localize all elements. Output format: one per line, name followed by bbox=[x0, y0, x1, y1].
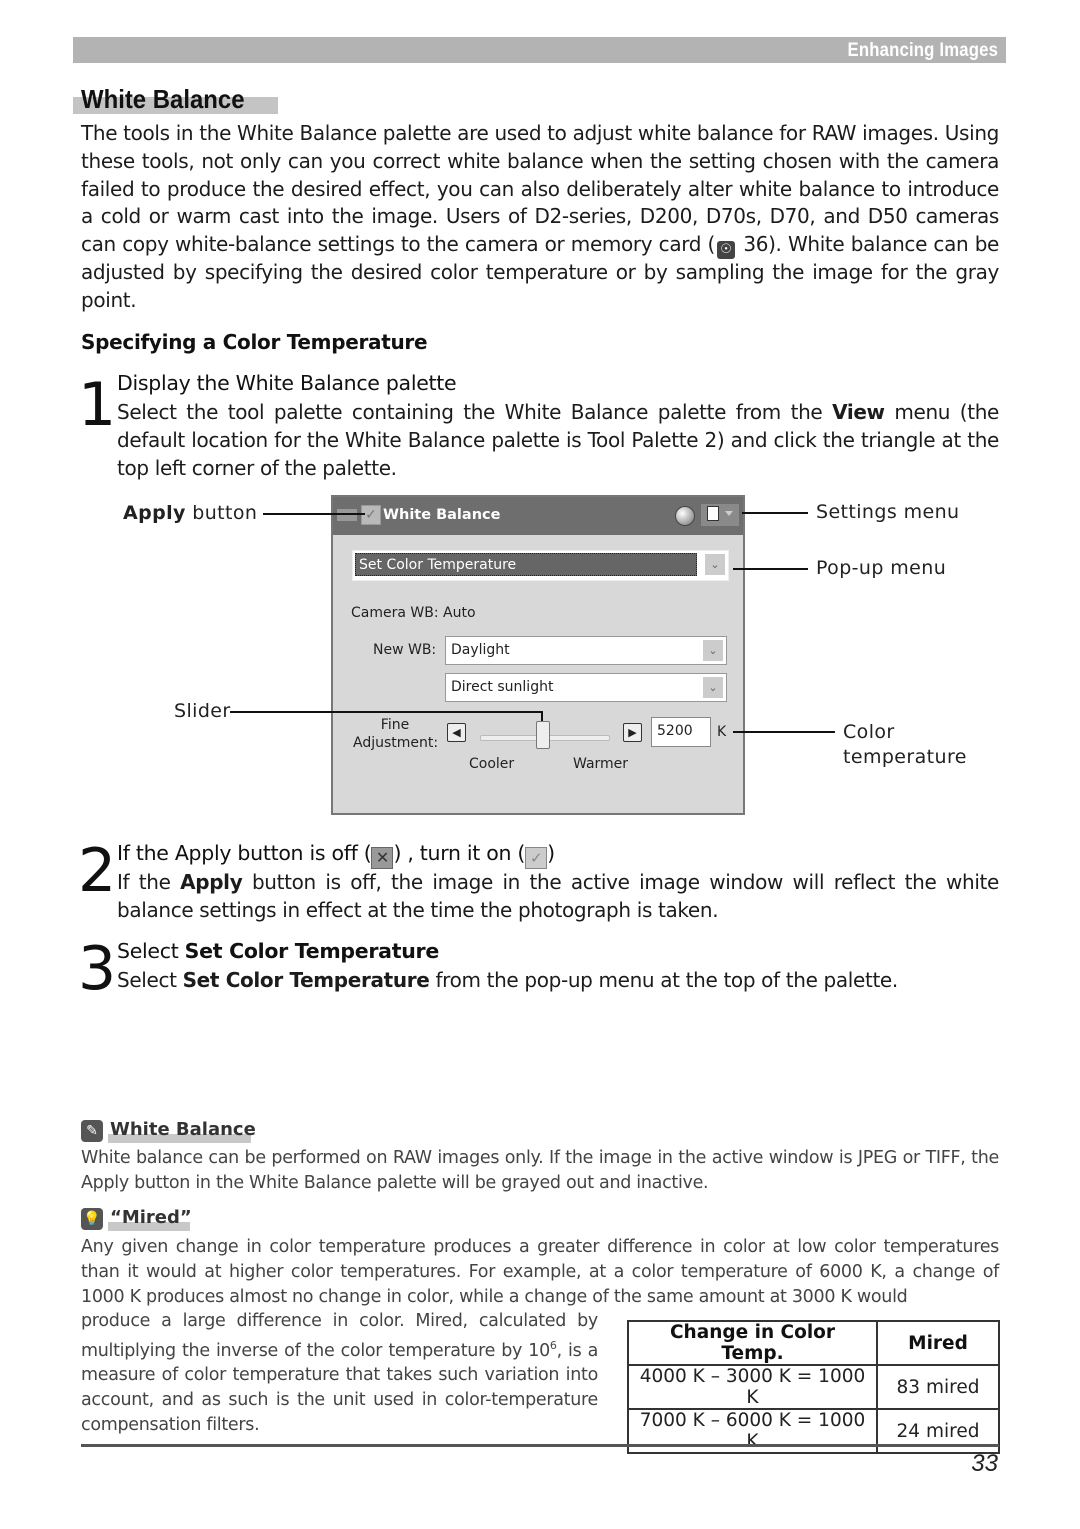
table-cell: 4000 K – 3000 K = 1000 K bbox=[627, 1364, 878, 1410]
white-balance-palette: ✓ White Balance Set Color Temperature ⌄ … bbox=[331, 495, 745, 815]
palette-title: White Balance bbox=[383, 507, 501, 523]
light-type-select[interactable]: Direct sunlight ⌄ bbox=[445, 673, 727, 702]
reference-page: 36 bbox=[736, 232, 769, 257]
view-menu-ref: View bbox=[832, 400, 885, 424]
footer-rule bbox=[81, 1444, 999, 1447]
chevron-down-icon: ⌄ bbox=[703, 640, 723, 661]
settings-menu-callout: Settings menu bbox=[816, 501, 960, 523]
popup-leader-line bbox=[733, 568, 808, 570]
step-2-title-mid: ) , turn it on ( bbox=[393, 841, 526, 865]
slider-leader-line bbox=[230, 711, 543, 713]
apply-off-icon: ✕ bbox=[371, 847, 394, 869]
step-2-title-end: ) bbox=[547, 841, 555, 865]
increase-arrow-button[interactable]: ▶ bbox=[623, 723, 642, 742]
step-3-body: Select Set Color Temperature from the po… bbox=[117, 966, 999, 994]
step-1-body-text: Select the tool palette containing the W… bbox=[117, 400, 833, 424]
step-2-title: If the Apply button is off (✕) , turn it… bbox=[117, 841, 555, 869]
apply-callout-bold: Apply bbox=[123, 502, 186, 524]
apply-callout-text: button bbox=[185, 502, 258, 524]
page-number: 33 bbox=[971, 1450, 998, 1477]
step-1-body: Select the tool palette containing the W… bbox=[117, 398, 999, 482]
fine-adjustment-label: Fine Adjustment: bbox=[353, 716, 439, 752]
apply-leader-line bbox=[263, 513, 365, 515]
note-title-white-balance: White Balance bbox=[110, 1119, 256, 1140]
page-title: White Balance bbox=[81, 84, 245, 114]
mired-table: Change in Color Temp. Mired 4000 K – 300… bbox=[627, 1320, 1000, 1454]
new-wb-select[interactable]: Daylight ⌄ bbox=[445, 636, 727, 665]
section-title: Enhancing Images bbox=[847, 40, 998, 61]
step-2-body: If the Apply button is off, the image in… bbox=[117, 868, 999, 924]
temperature-input[interactable]: 5200 bbox=[651, 717, 711, 747]
slider-callout: Slider bbox=[174, 700, 231, 722]
new-wb-label: New WB: bbox=[373, 642, 437, 658]
step-2-body-text: If the bbox=[117, 870, 181, 894]
camera-wb-row: Camera WB: Auto bbox=[351, 605, 476, 621]
step-3-title-text: Select bbox=[117, 939, 185, 963]
reset-circle-button[interactable] bbox=[675, 506, 695, 526]
warmer-label: Warmer bbox=[573, 756, 629, 772]
new-wb-value: Daylight bbox=[451, 642, 510, 658]
camera-wb-label: Camera WB: bbox=[351, 605, 439, 621]
color-temperature-callout: Color temperature bbox=[843, 720, 967, 770]
paperclip-note-icon: ✎ bbox=[81, 1120, 103, 1142]
step-3-title: Select Set Color Temperature bbox=[117, 939, 439, 963]
fine-label: Fine bbox=[380, 717, 410, 733]
apply-button-callout: Apply button bbox=[123, 502, 257, 524]
slider-leader-drop bbox=[541, 711, 543, 721]
apply-ref: Apply bbox=[180, 870, 243, 894]
color-callout-line2: temperature bbox=[843, 746, 967, 768]
intro-paragraph: The tools in the White Balance palette a… bbox=[81, 120, 999, 315]
step-number-3: 3 bbox=[78, 934, 117, 1004]
settings-menu-button[interactable] bbox=[701, 504, 739, 526]
color-temp-leader-line bbox=[733, 731, 835, 733]
section-header-bar: Enhancing Images bbox=[73, 37, 1006, 63]
lightbulb-tip-icon: 💡 bbox=[81, 1208, 103, 1230]
subheading: Specifying a Color Temperature bbox=[81, 330, 428, 354]
cooler-label: Cooler bbox=[469, 756, 515, 772]
camera-wb-value: Auto bbox=[443, 605, 476, 621]
apply-button[interactable]: ✓ bbox=[361, 505, 381, 525]
step-2-body-text-end: button is off, the image in the active i… bbox=[117, 870, 999, 922]
collapse-triangle-button[interactable] bbox=[337, 509, 357, 521]
popup-menu[interactable]: Set Color Temperature ⌄ bbox=[352, 550, 729, 581]
mired-table-wrap: Change in Color Temp. Mired 4000 K – 300… bbox=[627, 1320, 1000, 1454]
table-header-row: Change in Color Temp. Mired bbox=[627, 1320, 1000, 1366]
reference-icon: ☉ bbox=[716, 241, 735, 260]
chevron-down-icon bbox=[725, 511, 733, 516]
header-change: Change in Color Temp. bbox=[627, 1320, 878, 1366]
color-callout-line1: Color bbox=[843, 721, 895, 743]
apply-on-icon: ✓ bbox=[525, 847, 548, 869]
palette-title-bar: ✓ White Balance bbox=[333, 497, 743, 535]
step-3-body-text: Select bbox=[117, 968, 183, 992]
chevron-down-icon: ⌄ bbox=[703, 677, 723, 698]
step-3-body-text-end: from the pop-up menu at the top of the p… bbox=[429, 968, 898, 992]
step-number-1: 1 bbox=[78, 370, 117, 440]
header-mired: Mired bbox=[876, 1320, 1000, 1366]
note-title-mired: “Mired” bbox=[110, 1207, 192, 1228]
decrease-arrow-button[interactable]: ◀ bbox=[447, 723, 466, 742]
table-cell: 83 mired bbox=[876, 1364, 1000, 1410]
temperature-value: 5200 bbox=[657, 723, 693, 739]
slider-thumb[interactable] bbox=[536, 721, 550, 749]
step-1-title: Display the White Balance palette bbox=[117, 371, 457, 395]
settings-leader-line bbox=[742, 512, 808, 514]
note-body-mired: Any given change in color temperature pr… bbox=[81, 1237, 999, 1307]
mired-superscript: 6 bbox=[549, 1338, 557, 1352]
step-3-title-bold: Set Color Temperature bbox=[184, 939, 440, 963]
popup-menu-callout: Pop-up menu bbox=[816, 557, 947, 579]
mired-text: produce a large difference in color. Mir… bbox=[81, 1311, 598, 1361]
popup-selected: Set Color Temperature bbox=[355, 553, 697, 576]
chevron-down-icon[interactable]: ⌄ bbox=[705, 554, 725, 575]
note-body-mired-narrow: produce a large difference in color. Mir… bbox=[81, 1309, 598, 1438]
table-row: 4000 K – 3000 K = 1000 K 83 mired bbox=[627, 1364, 1000, 1410]
step-number-2: 2 bbox=[78, 836, 117, 906]
temperature-unit: K bbox=[717, 724, 727, 740]
popup-value: Set Color Temperature bbox=[359, 557, 517, 573]
step-2-title-text: If the Apply button is off ( bbox=[117, 841, 372, 865]
document-icon bbox=[707, 506, 719, 521]
set-color-temp-ref: Set Color Temperature bbox=[182, 968, 430, 992]
adjustment-label: Adjustment: bbox=[353, 735, 439, 751]
note-body-white-balance: White balance can be performed on RAW im… bbox=[81, 1148, 999, 1193]
light-type-value: Direct sunlight bbox=[451, 679, 554, 695]
